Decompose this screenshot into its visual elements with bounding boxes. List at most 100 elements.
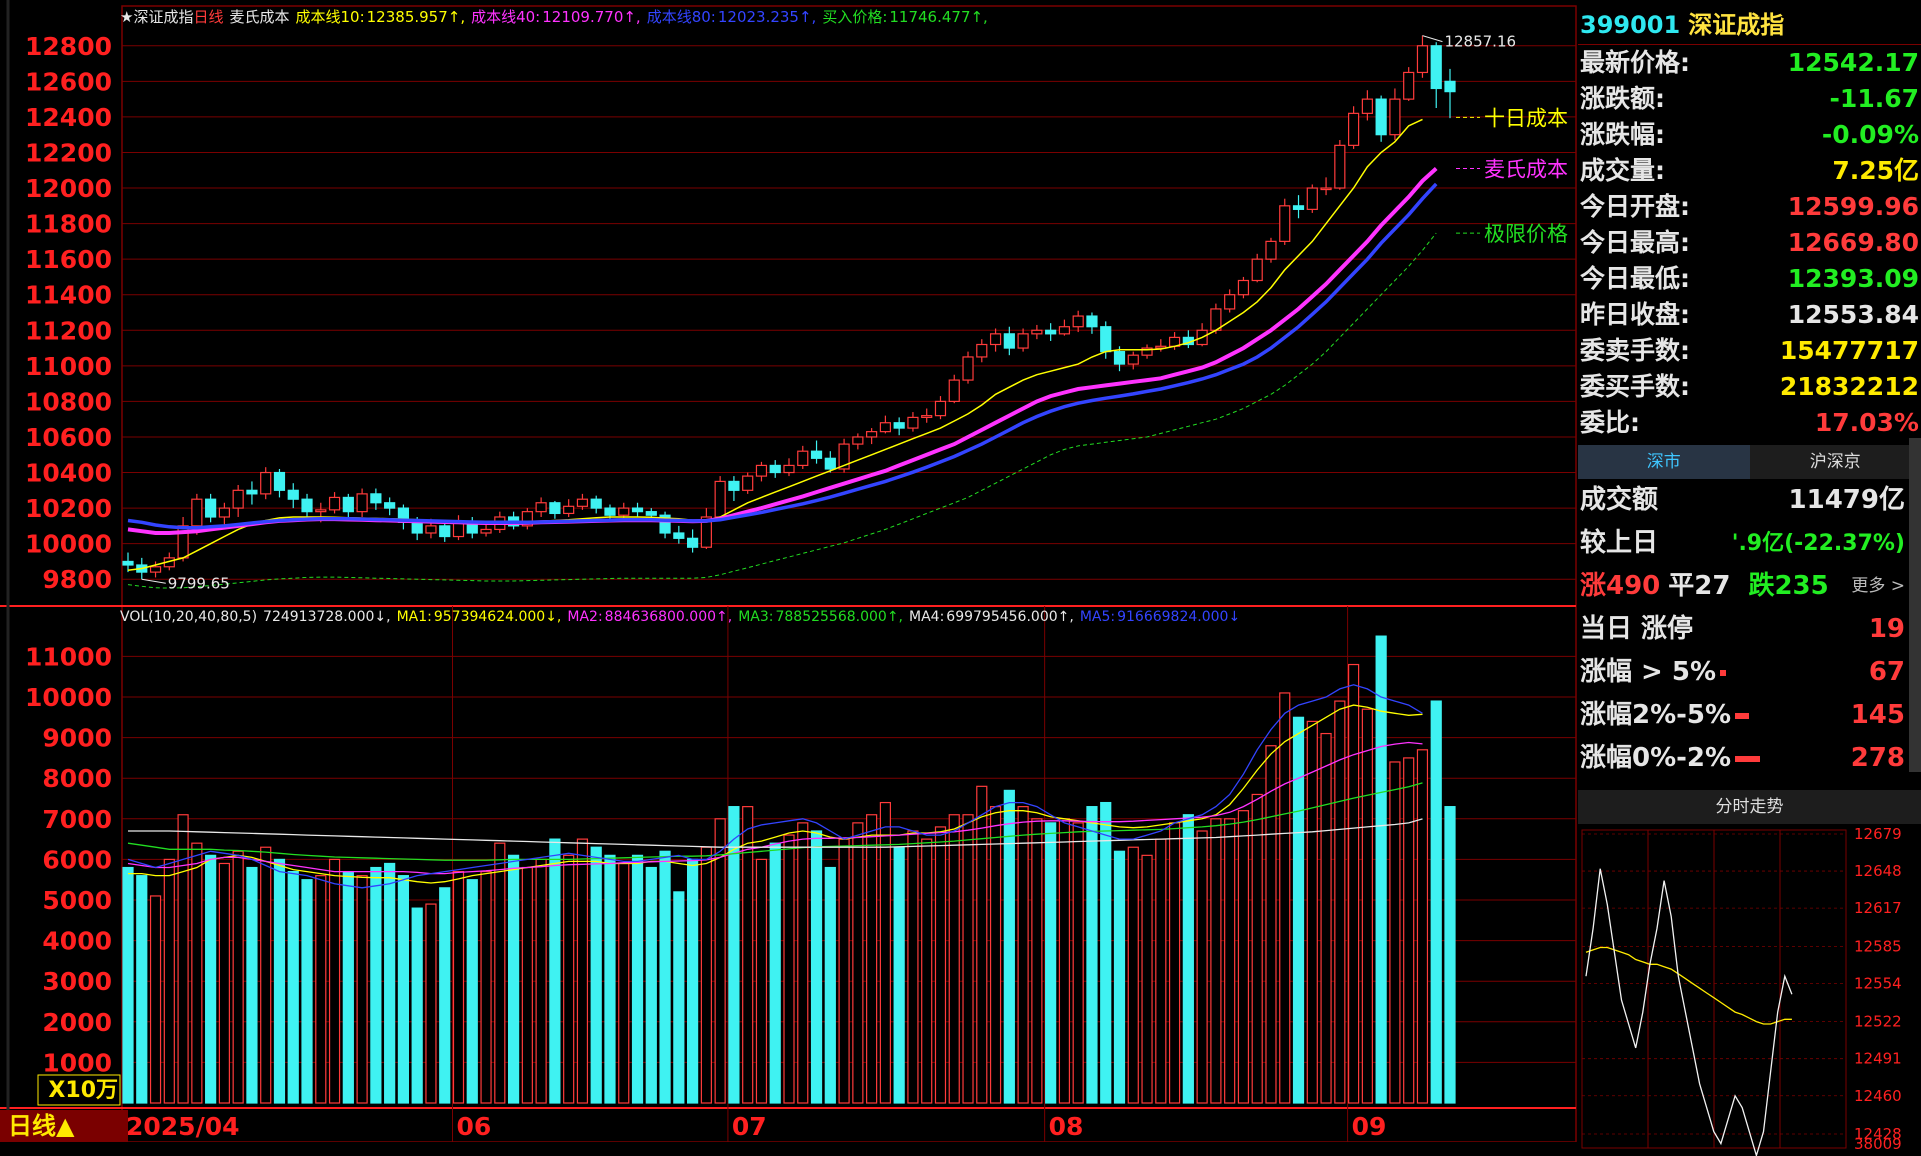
tab-all-markets[interactable]: 沪深京: [1750, 445, 1921, 479]
cost-line-label-0: 成本线10:: [295, 8, 364, 26]
volume-panel-header: VOL(10,20,40,80,5)724913728.000↓,MA1:957…: [120, 609, 1252, 625]
candle: [1004, 334, 1014, 348]
volume-bar: [908, 831, 918, 1103]
volume-bar: [1046, 823, 1056, 1103]
volume-tick-label: 2000: [42, 1008, 112, 1037]
volume-bar: [509, 855, 519, 1103]
period-label: 日线: [193, 8, 223, 26]
more-link[interactable]: 更多 >: [1851, 565, 1905, 608]
volume-bar: [1390, 762, 1400, 1103]
candle: [605, 508, 615, 515]
turnover-value: 11479亿: [1789, 479, 1905, 522]
volume-bar: [440, 888, 450, 1103]
candle: [633, 508, 643, 512]
quote-label: 委卖手数:: [1580, 333, 1690, 369]
candle: [123, 561, 133, 565]
quote-row: 涨跌额:-11.67: [1578, 81, 1921, 117]
month-label: 09: [1352, 1112, 1387, 1141]
vol-ma-label-3: MA4:: [909, 609, 944, 625]
candle: [440, 526, 450, 537]
candle: [949, 380, 959, 401]
vol-label: VOL(10,20,40,80,5): [120, 609, 257, 625]
period-button[interactable]: 日线▲: [0, 1110, 128, 1142]
advance-count: 涨490: [1580, 565, 1660, 608]
candle: [1294, 206, 1304, 210]
range-label: 涨幅0%-2%: [1580, 737, 1731, 780]
compare-label: 较上日: [1580, 522, 1658, 565]
candle: [302, 499, 312, 511]
candle: [784, 465, 794, 472]
volume-bar: [1087, 807, 1097, 1103]
intraday-avg-line: [1586, 948, 1792, 1025]
candle: [343, 497, 353, 511]
volume-bar: [371, 868, 381, 1103]
quote-label: 昨日收盘:: [1580, 297, 1690, 333]
volume-bar: [646, 868, 656, 1103]
cost-line-value-0: 12385.957↑,: [367, 8, 465, 26]
volume-bar: [853, 823, 863, 1103]
candle: [977, 345, 987, 357]
quote-row: 今日最低:12393.09: [1578, 261, 1921, 297]
volume-bar: [288, 872, 298, 1103]
price-tick-label: 12000: [25, 174, 112, 203]
range-bar: [1720, 670, 1726, 676]
quote-value: 12553.84: [1788, 297, 1919, 333]
price-tick-label: 10600: [25, 423, 112, 452]
range-bar: [1735, 756, 1760, 762]
volume-bar: [1294, 717, 1304, 1103]
volume-bar: [798, 823, 808, 1103]
index-code: 399001: [1580, 11, 1680, 39]
line-label: 麦氏成本: [1484, 158, 1568, 182]
intraday-tick-label: 12460: [1854, 1087, 1902, 1105]
candle: [1335, 145, 1345, 188]
volume-bar: [633, 855, 643, 1103]
quote-row: 今日开盘:12599.96: [1578, 189, 1921, 225]
volume-bar: [1211, 819, 1221, 1103]
volume-bar: [756, 859, 766, 1103]
volume-bar: [715, 819, 725, 1103]
volume-tick-label: 8000: [42, 764, 112, 793]
candle: [371, 494, 381, 503]
candle: [577, 499, 587, 506]
volume-bar: [991, 807, 1001, 1103]
intraday-title[interactable]: 分时走势: [1578, 790, 1921, 824]
candle: [206, 499, 216, 517]
candle: [1417, 46, 1427, 73]
volume-bar: [233, 851, 243, 1103]
volume-bar: [1032, 819, 1042, 1103]
candle: [935, 401, 945, 415]
list-scrollbar[interactable]: [1909, 438, 1921, 772]
candle: [357, 494, 367, 512]
candle: [233, 490, 243, 508]
intraday-chart[interactable]: 1267912648126171258512554125221249112460…: [1578, 826, 1921, 1156]
volume-bar: [1018, 807, 1028, 1103]
candle: [867, 432, 877, 437]
candle: [894, 423, 904, 428]
month-label: 2025/04: [126, 1112, 240, 1141]
volume-bar: [1307, 721, 1317, 1103]
advance-decline-row: 涨490 平27 跌235 更多 >: [1578, 565, 1921, 608]
candle: [1018, 334, 1028, 348]
candle: [963, 357, 973, 380]
candle: [908, 417, 918, 428]
volume-tick-label: 9000: [42, 724, 112, 753]
volume-bar: [894, 847, 904, 1103]
volume-tick-label: 5000: [42, 886, 112, 915]
quote-value: 7.25亿: [1832, 153, 1919, 189]
kline-chart[interactable]: 9800100001020010400106001080011000112001…: [0, 0, 1578, 1142]
candle: [1362, 99, 1372, 113]
low-price-label: 9799.65: [168, 574, 230, 592]
volume-bar: [1252, 794, 1262, 1103]
candle: [536, 503, 546, 512]
vol-ma-value-2: 788525568.000↑,: [775, 609, 903, 625]
tab-shenzhen[interactable]: 深市: [1578, 445, 1750, 479]
price-tick-label: 12600: [25, 67, 112, 96]
volume-bar: [1225, 819, 1235, 1103]
quote-panel: 399001深证成指 最新价格:12542.17涨跌额:-11.67涨跌幅:-0…: [1578, 6, 1921, 1142]
vol-ma-value-4: 916669824.000↓: [1117, 609, 1240, 625]
range-label: 涨幅 > 5%: [1580, 651, 1716, 694]
volume-bar: [261, 847, 271, 1103]
candle: [798, 451, 808, 465]
quote-row: 昨日收盘: 12553.84: [1578, 297, 1921, 333]
candle: [261, 473, 271, 494]
